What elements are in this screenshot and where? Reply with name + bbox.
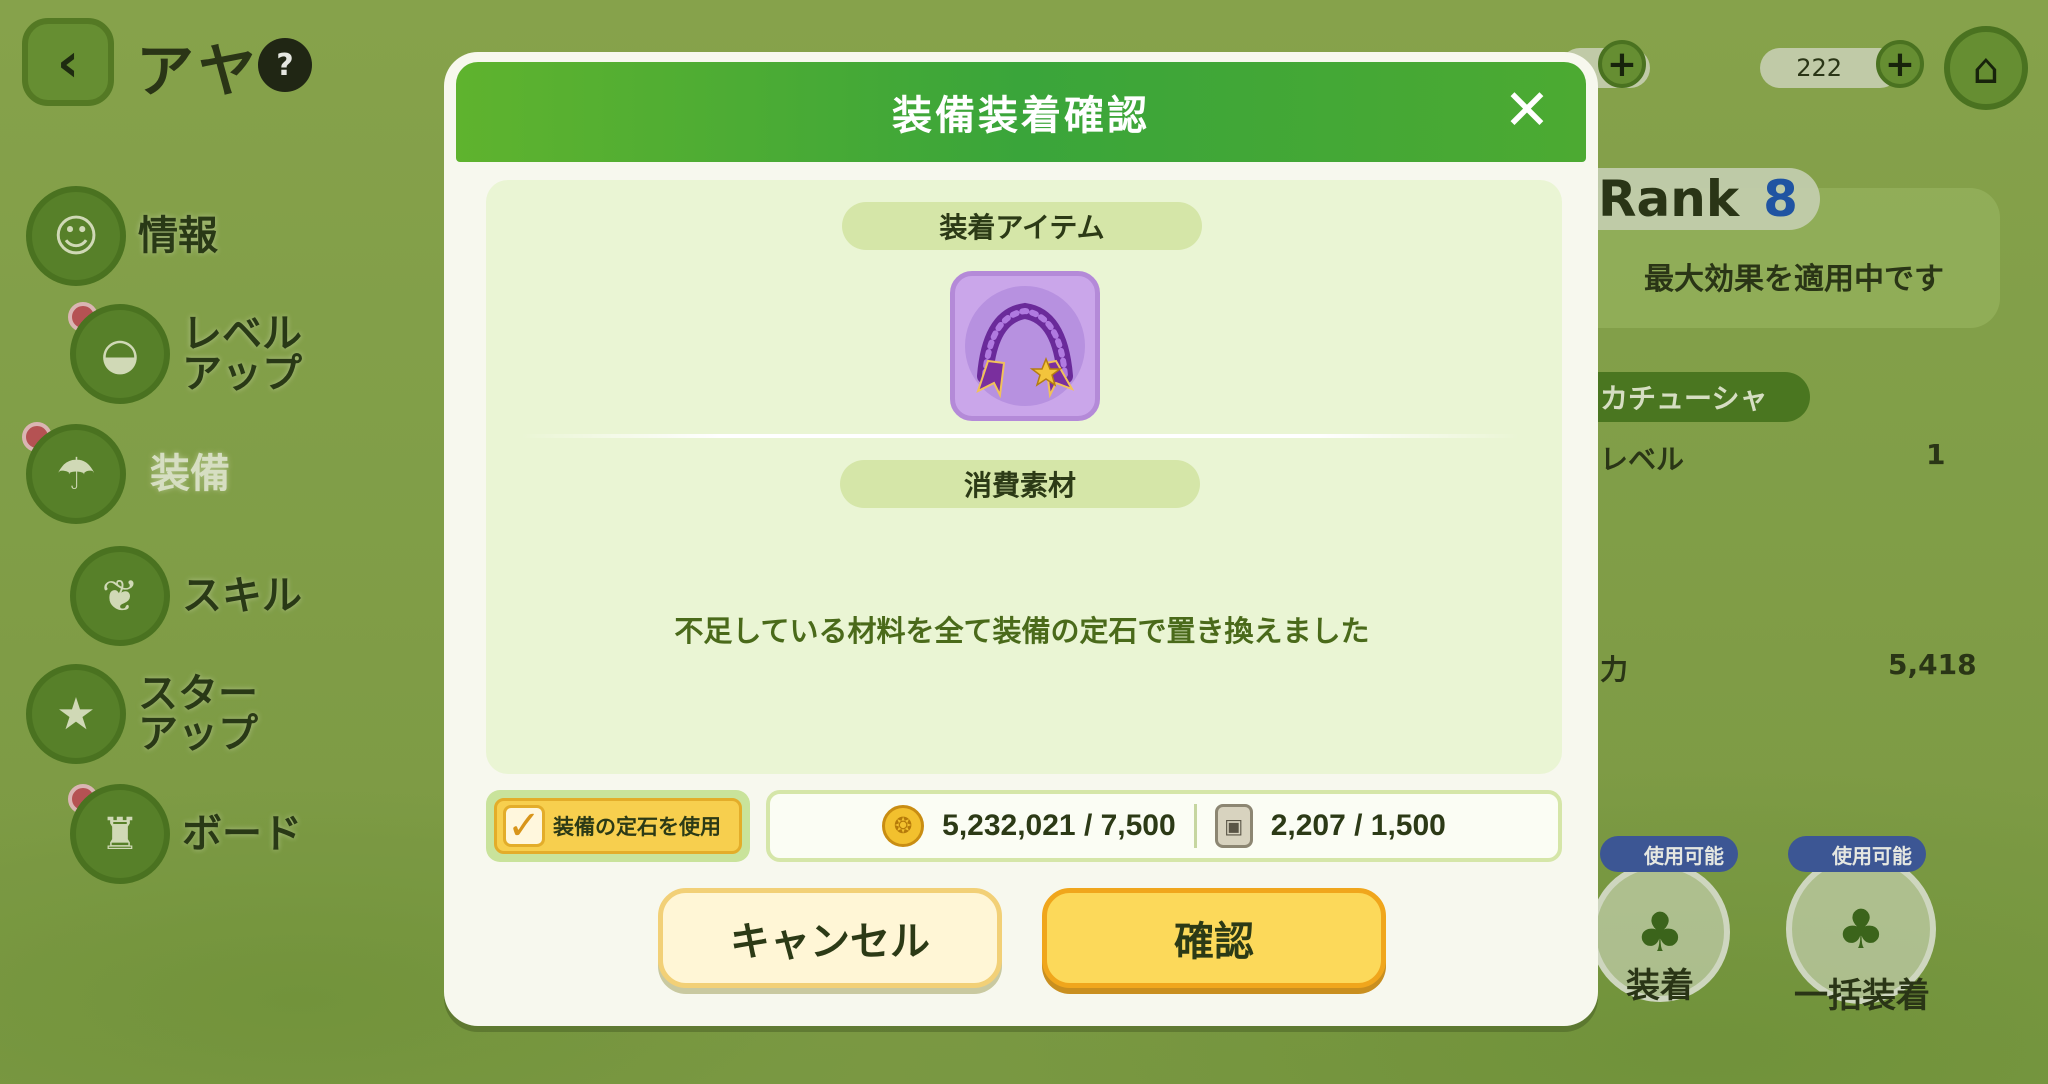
cancel-button[interactable]: キャンセル bbox=[658, 888, 1002, 988]
checkmark-icon[interactable]: ✓ bbox=[503, 805, 545, 847]
equip-item-slot[interactable] bbox=[950, 271, 1100, 421]
gold-coin-icon: ❂ bbox=[882, 805, 925, 847]
close-icon: ✕ bbox=[1503, 78, 1551, 143]
gem-cost: 2,207 / 1,500 bbox=[1270, 809, 1446, 842]
equip-confirm-dialog: 装備装着確認 ✕ bbox=[444, 52, 1598, 1026]
use-gem-label: 装備の定石を使用 bbox=[553, 815, 721, 839]
use-gem-toggle-box: ✓ 装備の定石を使用 bbox=[486, 790, 750, 862]
use-gem-toggle[interactable]: ✓ 装備の定石を使用 bbox=[494, 798, 742, 854]
gold-cost: 5,232,021 / 7,500 bbox=[942, 809, 1176, 842]
dialog-title: 装備装着確認 bbox=[892, 93, 1150, 139]
cost-box: ❂ 5,232,021 / 7,500 ▣ 2,207 / 1,500 bbox=[766, 790, 1562, 862]
replacement-notice: 不足している材料を全て装備の定石で置き換えました bbox=[674, 614, 1370, 648]
headband-item-icon bbox=[965, 286, 1085, 406]
close-button[interactable]: ✕ bbox=[1502, 83, 1552, 139]
cost-separator bbox=[1193, 804, 1197, 848]
equip-item-section-title: 装着アイテム bbox=[842, 202, 1202, 250]
equipment-gem-icon: ▣ bbox=[1214, 804, 1253, 848]
section-divider bbox=[520, 434, 1520, 438]
dialog-header: 装備装着確認 ✕ bbox=[456, 62, 1586, 162]
consume-section-title: 消費素材 bbox=[840, 460, 1200, 508]
confirm-button[interactable]: 確認 bbox=[1042, 888, 1386, 988]
